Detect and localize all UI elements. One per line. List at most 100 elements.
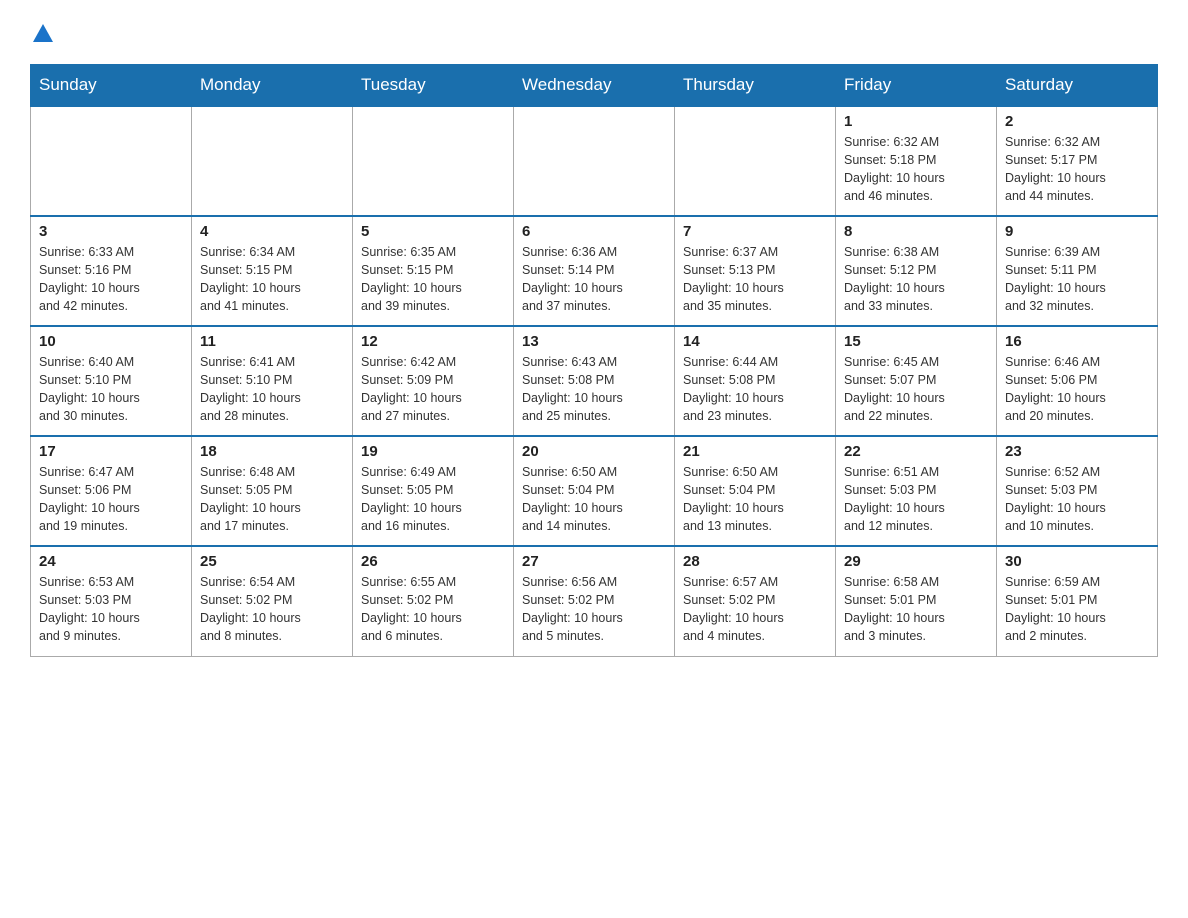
calendar-cell: 29 Sunrise: 6:58 AM Sunset: 5:01 PM Dayli… <box>836 546 997 656</box>
calendar-week-row: 24 Sunrise: 6:53 AM Sunset: 5:03 PM Dayli… <box>31 546 1158 656</box>
calendar-cell: 2 Sunrise: 6:32 AM Sunset: 5:17 PM Daylig… <box>997 106 1158 216</box>
calendar-cell: 14 Sunrise: 6:44 AM Sunset: 5:08 PM Dayli… <box>675 326 836 436</box>
calendar-cell: 10Sunrise: 6:40 AM Sunset: 5:10 PM Dayli… <box>31 326 192 436</box>
day-info: Sunrise: 6:37 AM Sunset: 5:13 PM Dayligh… <box>683 243 827 316</box>
day-info: Sunrise: 6:51 AM Sunset: 5:03 PM Dayligh… <box>844 463 988 536</box>
day-info: Sunrise: 6:55 AM Sunset: 5:02 PM Dayligh… <box>361 573 505 646</box>
day-info: Sunrise: 6:32 AM Sunset: 5:17 PM Dayligh… <box>1005 133 1149 206</box>
calendar-week-row: 10Sunrise: 6:40 AM Sunset: 5:10 PM Dayli… <box>31 326 1158 436</box>
day-info: Sunrise: 6:58 AM Sunset: 5:01 PM Dayligh… <box>844 573 988 646</box>
day-info: Sunrise: 6:50 AM Sunset: 5:04 PM Dayligh… <box>683 463 827 536</box>
calendar-week-row: 17 Sunrise: 6:47 AM Sunset: 5:06 PM Dayli… <box>31 436 1158 546</box>
logo <box>30 20 54 44</box>
day-number: 29 <box>844 553 988 570</box>
calendar-cell: 27Sunrise: 6:56 AM Sunset: 5:02 PM Dayli… <box>514 546 675 656</box>
day-info: Sunrise: 6:54 AM Sunset: 5:02 PM Dayligh… <box>200 573 344 646</box>
day-number: 3 <box>39 223 183 240</box>
calendar-cell <box>353 106 514 216</box>
calendar-cell: 18 Sunrise: 6:48 AM Sunset: 5:05 PM Dayli… <box>192 436 353 546</box>
calendar-cell: 23 Sunrise: 6:52 AM Sunset: 5:03 PM Dayli… <box>997 436 1158 546</box>
day-number: 9 <box>1005 223 1149 240</box>
calendar-cell: 13 Sunrise: 6:43 AM Sunset: 5:08 PM Dayli… <box>514 326 675 436</box>
day-info: Sunrise: 6:44 AM Sunset: 5:08 PM Dayligh… <box>683 353 827 426</box>
day-number: 24 <box>39 553 183 570</box>
day-info: Sunrise: 6:33 AM Sunset: 5:16 PM Dayligh… <box>39 243 183 316</box>
calendar-cell: 24 Sunrise: 6:53 AM Sunset: 5:03 PM Dayli… <box>31 546 192 656</box>
calendar-cell: 25 Sunrise: 6:54 AM Sunset: 5:02 PM Dayli… <box>192 546 353 656</box>
day-number: 17 <box>39 443 183 460</box>
calendar-cell <box>31 106 192 216</box>
calendar-cell: 3 Sunrise: 6:33 AM Sunset: 5:16 PM Daylig… <box>31 216 192 326</box>
day-number: 26 <box>361 553 505 570</box>
day-info: Sunrise: 6:52 AM Sunset: 5:03 PM Dayligh… <box>1005 463 1149 536</box>
day-info: Sunrise: 6:47 AM Sunset: 5:06 PM Dayligh… <box>39 463 183 536</box>
calendar-cell: 20 Sunrise: 6:50 AM Sunset: 5:04 PM Dayli… <box>514 436 675 546</box>
day-number: 7 <box>683 223 827 240</box>
calendar-cell: 8 Sunrise: 6:38 AM Sunset: 5:12 PM Daylig… <box>836 216 997 326</box>
calendar-cell: 12 Sunrise: 6:42 AM Sunset: 5:09 PM Dayli… <box>353 326 514 436</box>
calendar-cell: 22 Sunrise: 6:51 AM Sunset: 5:03 PM Dayli… <box>836 436 997 546</box>
column-header-wednesday: Wednesday <box>514 65 675 107</box>
day-info: Sunrise: 6:41 AM Sunset: 5:10 PM Dayligh… <box>200 353 344 426</box>
calendar-cell: 15Sunrise: 6:45 AM Sunset: 5:07 PM Dayli… <box>836 326 997 436</box>
calendar-cell: 6 Sunrise: 6:36 AM Sunset: 5:14 PM Daylig… <box>514 216 675 326</box>
day-number: 20 <box>522 443 666 460</box>
day-number: 4 <box>200 223 344 240</box>
day-number: 16 <box>1005 333 1149 350</box>
calendar-table: SundayMondayTuesdayWednesdayThursdayFrid… <box>30 64 1158 657</box>
day-info: Sunrise: 6:38 AM Sunset: 5:12 PM Dayligh… <box>844 243 988 316</box>
calendar-cell: 4 Sunrise: 6:34 AM Sunset: 5:15 PM Daylig… <box>192 216 353 326</box>
day-number: 13 <box>522 333 666 350</box>
day-info: Sunrise: 6:43 AM Sunset: 5:08 PM Dayligh… <box>522 353 666 426</box>
day-info: Sunrise: 6:39 AM Sunset: 5:11 PM Dayligh… <box>1005 243 1149 316</box>
day-number: 12 <box>361 333 505 350</box>
calendar-cell: 21 Sunrise: 6:50 AM Sunset: 5:04 PM Dayli… <box>675 436 836 546</box>
day-info: Sunrise: 6:35 AM Sunset: 5:15 PM Dayligh… <box>361 243 505 316</box>
day-number: 11 <box>200 333 344 350</box>
day-number: 14 <box>683 333 827 350</box>
day-number: 2 <box>1005 113 1149 130</box>
day-info: Sunrise: 6:42 AM Sunset: 5:09 PM Dayligh… <box>361 353 505 426</box>
day-info: Sunrise: 6:34 AM Sunset: 5:15 PM Dayligh… <box>200 243 344 316</box>
day-number: 5 <box>361 223 505 240</box>
day-info: Sunrise: 6:36 AM Sunset: 5:14 PM Dayligh… <box>522 243 666 316</box>
calendar-cell <box>675 106 836 216</box>
day-number: 25 <box>200 553 344 570</box>
calendar-cell: 11 Sunrise: 6:41 AM Sunset: 5:10 PM Dayli… <box>192 326 353 436</box>
day-number: 18 <box>200 443 344 460</box>
day-info: Sunrise: 6:59 AM Sunset: 5:01 PM Dayligh… <box>1005 573 1149 646</box>
day-number: 22 <box>844 443 988 460</box>
day-info: Sunrise: 6:40 AM Sunset: 5:10 PM Dayligh… <box>39 353 183 426</box>
day-number: 28 <box>683 553 827 570</box>
calendar-header-row: SundayMondayTuesdayWednesdayThursdayFrid… <box>31 65 1158 107</box>
column-header-thursday: Thursday <box>675 65 836 107</box>
calendar-cell: 5 Sunrise: 6:35 AM Sunset: 5:15 PM Daylig… <box>353 216 514 326</box>
day-number: 30 <box>1005 553 1149 570</box>
day-info: Sunrise: 6:57 AM Sunset: 5:02 PM Dayligh… <box>683 573 827 646</box>
day-number: 8 <box>844 223 988 240</box>
calendar-cell: 16Sunrise: 6:46 AM Sunset: 5:06 PM Dayli… <box>997 326 1158 436</box>
day-info: Sunrise: 6:49 AM Sunset: 5:05 PM Dayligh… <box>361 463 505 536</box>
calendar-cell: 26 Sunrise: 6:55 AM Sunset: 5:02 PM Dayli… <box>353 546 514 656</box>
day-info: Sunrise: 6:48 AM Sunset: 5:05 PM Dayligh… <box>200 463 344 536</box>
column-header-monday: Monday <box>192 65 353 107</box>
column-header-saturday: Saturday <box>997 65 1158 107</box>
calendar-week-row: 3 Sunrise: 6:33 AM Sunset: 5:16 PM Daylig… <box>31 216 1158 326</box>
calendar-cell: 9 Sunrise: 6:39 AM Sunset: 5:11 PM Daylig… <box>997 216 1158 326</box>
day-info: Sunrise: 6:50 AM Sunset: 5:04 PM Dayligh… <box>522 463 666 536</box>
day-number: 27 <box>522 553 666 570</box>
day-number: 21 <box>683 443 827 460</box>
day-number: 23 <box>1005 443 1149 460</box>
page-header <box>30 20 1158 44</box>
calendar-cell <box>192 106 353 216</box>
day-info: Sunrise: 6:45 AM Sunset: 5:07 PM Dayligh… <box>844 353 988 426</box>
calendar-cell: 30 Sunrise: 6:59 AM Sunset: 5:01 PM Dayli… <box>997 546 1158 656</box>
day-info: Sunrise: 6:32 AM Sunset: 5:18 PM Dayligh… <box>844 133 988 206</box>
calendar-cell: 7 Sunrise: 6:37 AM Sunset: 5:13 PM Daylig… <box>675 216 836 326</box>
column-header-friday: Friday <box>836 65 997 107</box>
column-header-sunday: Sunday <box>31 65 192 107</box>
calendar-cell: 17 Sunrise: 6:47 AM Sunset: 5:06 PM Dayli… <box>31 436 192 546</box>
day-number: 6 <box>522 223 666 240</box>
day-info: Sunrise: 6:53 AM Sunset: 5:03 PM Dayligh… <box>39 573 183 646</box>
calendar-cell <box>514 106 675 216</box>
